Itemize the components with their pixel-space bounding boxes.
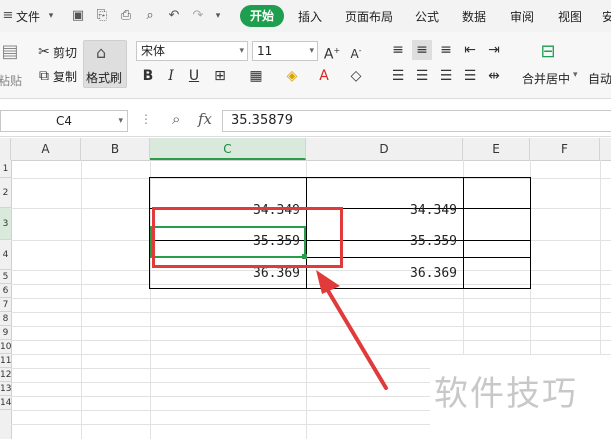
align-bottom-icon[interactable]: ≡ <box>436 40 456 60</box>
zoom-icon[interactable]: ⌕ <box>172 110 180 128</box>
export-icon[interactable]: ⎘ <box>94 8 110 24</box>
merge-center-icon[interactable]: ⊟ <box>538 42 558 62</box>
chevron-down-icon[interactable]: ▾ <box>118 111 123 131</box>
align-center-icon[interactable]: ☰ <box>412 66 432 86</box>
undo-icon[interactable]: ↶ <box>166 8 182 24</box>
watermark-text: 软件技巧 <box>434 374 578 414</box>
column-header: A B C D E F <box>0 138 611 161</box>
file-menu[interactable]: 文件 <box>16 8 40 25</box>
tab-review[interactable]: 审阅 <box>510 8 534 25</box>
save-icon[interactable]: ▣ <box>70 8 86 24</box>
justify-icon[interactable]: ☰ <box>460 66 480 86</box>
font-size-select[interactable]: 11 ▾ <box>252 41 318 61</box>
format-painter-label: 格式刷 <box>86 71 123 85</box>
tab-home[interactable]: 开始 <box>240 5 284 27</box>
annotation-rectangle <box>152 207 343 268</box>
row-header: 1 2 3 4 5 6 7 8 9 10 11 12 13 14 <box>0 160 12 439</box>
name-box-value: C4 <box>55 114 72 128</box>
auto-wrap-button[interactable]: 自动 <box>588 70 611 87</box>
border-icon[interactable]: ⊞ <box>210 66 230 86</box>
column-header-e[interactable]: E <box>463 138 530 160</box>
cell-style-icon[interactable]: ▦ <box>246 66 266 86</box>
tab-formulas[interactable]: 公式 <box>415 8 439 25</box>
decrease-indent-icon[interactable]: ⇤ <box>460 40 480 60</box>
chevron-down-icon[interactable]: ▾ <box>573 70 578 80</box>
format-painter-button[interactable]: ⌂ 格式刷 <box>83 40 127 88</box>
decrease-font-icon[interactable]: A- <box>346 41 366 61</box>
copy-icon: ⧉ <box>39 68 49 84</box>
underline-icon[interactable]: U <box>184 66 204 86</box>
row-header-2[interactable]: 2 <box>0 178 11 208</box>
scissors-icon: ✂ <box>38 44 50 60</box>
row-header-4[interactable]: 4 <box>0 240 11 270</box>
formula-input[interactable]: 35.35879 <box>222 110 611 132</box>
tab-page-layout[interactable]: 页面布局 <box>345 8 393 25</box>
distributed-icon[interactable]: ⇹ <box>484 66 504 86</box>
column-header-b[interactable]: B <box>81 138 150 160</box>
menu-icon[interactable]: ≡ <box>0 8 16 24</box>
increase-font-icon[interactable]: A+ <box>322 41 342 63</box>
select-all-corner[interactable] <box>0 138 11 160</box>
paste-button[interactable]: 粘贴 <box>0 72 22 89</box>
row-header-1[interactable]: 1 <box>0 160 11 178</box>
column-header-d[interactable]: D <box>306 138 463 160</box>
row-header-13[interactable]: 13 <box>0 382 11 396</box>
brush-icon: ⌂ <box>96 43 107 62</box>
tab-view[interactable]: 视图 <box>558 8 582 25</box>
menu-bar: ≡ 文件 ▾ ▣ ⎘ ⎙ ⌕ ↶ ↷ ▾ 开始 插入 页面布局 公式 数据 审阅… <box>0 0 611 32</box>
chevron-down-icon: ▾ <box>239 46 244 56</box>
tab-security[interactable]: 安 <box>602 8 611 25</box>
print-icon[interactable]: ⎙ <box>118 8 134 24</box>
font-size-value: 11 <box>257 44 273 58</box>
merge-center-button[interactable]: 合并居中 <box>522 70 570 87</box>
row-header-7[interactable]: 7 <box>0 298 11 312</box>
row-header-6[interactable]: 6 <box>0 284 11 298</box>
redo-icon[interactable]: ↷ <box>190 8 206 24</box>
chevron-down-icon: ▾ <box>309 46 314 56</box>
align-right-icon[interactable]: ☰ <box>436 66 456 86</box>
row-header-8[interactable]: 8 <box>0 312 11 326</box>
column-header-f[interactable]: F <box>530 138 600 160</box>
cut-button[interactable]: 剪切 <box>53 44 77 61</box>
row-header-9[interactable]: 9 <box>0 326 11 340</box>
fill-color-icon[interactable]: ◈ <box>282 66 302 86</box>
column-header-c[interactable]: C <box>150 138 306 160</box>
font-name-value: 宋体 <box>141 44 166 58</box>
eraser-icon[interactable]: ◇ <box>346 66 366 86</box>
row-header-14[interactable]: 14 <box>0 396 11 410</box>
print-preview-icon[interactable]: ⌕ <box>142 8 158 24</box>
drag-handle-icon[interactable]: ⋮ <box>140 112 152 126</box>
tab-data[interactable]: 数据 <box>462 8 486 25</box>
font-name-select[interactable]: 宋体 ▾ <box>136 41 248 61</box>
column-header-a[interactable]: A <box>11 138 81 160</box>
row-header-5[interactable]: 5 <box>0 270 11 284</box>
quick-access-dropdown-icon[interactable]: ▾ <box>210 8 226 24</box>
row-header-10[interactable]: 10 <box>0 340 11 354</box>
fx-icon[interactable]: fx <box>198 110 212 128</box>
tab-insert[interactable]: 插入 <box>298 8 322 25</box>
increase-indent-icon[interactable]: ⇥ <box>484 40 504 60</box>
annotation-arrow-icon <box>316 270 388 390</box>
chevron-down-icon[interactable]: ▾ <box>43 8 59 24</box>
font-color-icon[interactable]: A <box>314 66 334 86</box>
name-box[interactable]: C4 ▾ <box>0 110 128 132</box>
align-left-icon[interactable]: ☰ <box>388 66 408 86</box>
italic-icon[interactable]: I <box>161 66 181 86</box>
row-header-3[interactable]: 3 <box>0 208 11 240</box>
row-header-12[interactable]: 12 <box>0 368 11 382</box>
align-top-icon[interactable]: ≡ <box>388 40 408 60</box>
bold-icon[interactable]: B <box>138 66 158 86</box>
paste-icon[interactable]: ▤ <box>0 42 20 62</box>
row-header-11[interactable]: 11 <box>0 354 11 368</box>
align-middle-icon[interactable]: ≡ <box>412 40 432 60</box>
copy-button[interactable]: 复制 <box>53 68 77 85</box>
